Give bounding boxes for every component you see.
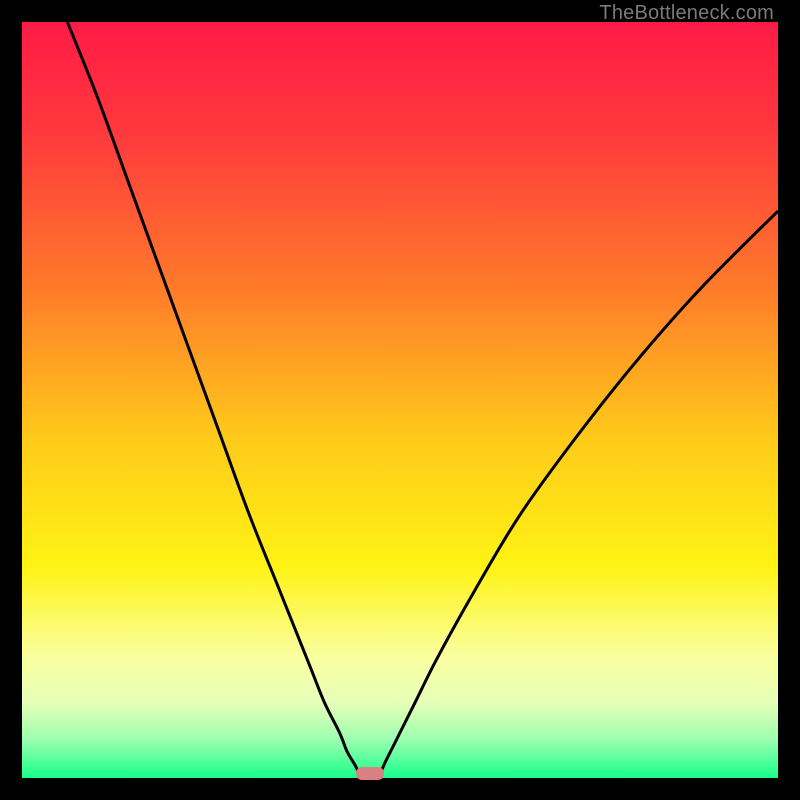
watermark-text: TheBottleneck.com — [599, 2, 774, 25]
chart-canvas — [22, 22, 778, 778]
optimal-point-marker — [356, 767, 384, 779]
gradient-background — [22, 22, 778, 778]
chart-frame — [22, 22, 778, 778]
